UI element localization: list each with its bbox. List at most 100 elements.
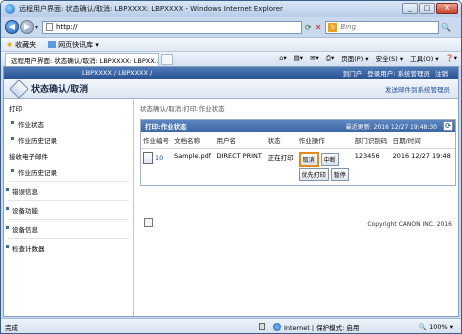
maximize-button[interactable]: □ xyxy=(419,3,435,14)
close-button[interactable]: X xyxy=(436,3,458,14)
datetime-cell: 2016 12/27 19:48 xyxy=(392,152,451,160)
sidebar-item-job-status[interactable]: 作业状态 xyxy=(4,116,133,132)
login-user-label: 登录用户: 系统管理员 xyxy=(367,70,430,78)
actions-cell: 取消 中断 优先打印 暂停 xyxy=(297,149,353,186)
web-slice-gallery-link[interactable]: 网页快讯库 ▾ xyxy=(58,40,99,50)
tab-label: 远程用户界面: 状态确认/取消: LBPXXXX: LBPXX... xyxy=(11,56,159,65)
search-input[interactable]: b Bing xyxy=(325,20,440,34)
minimize-button[interactable]: _ xyxy=(402,3,418,14)
zone-text: Internet | 保护模式: 启用 xyxy=(284,323,360,332)
security-zone[interactable]: Internet | 保护模式: 启用 xyxy=(273,322,359,332)
print-icon[interactable]: ⎙▾ xyxy=(326,54,334,63)
sidebar-item-check-counter[interactable]: 检查计数器 xyxy=(4,240,133,256)
sidebar-item-job-log[interactable]: 作业历史记录 xyxy=(4,132,133,148)
sidebar-divider xyxy=(8,238,129,239)
sidebar-group-print: 打印 xyxy=(9,105,22,113)
column-header: 文档名称 xyxy=(172,132,215,149)
search-placeholder: Bing xyxy=(340,23,357,31)
column-header: 用户名 xyxy=(214,132,266,149)
priority-print-button[interactable]: 优先打印 xyxy=(298,168,329,181)
scroll-top-icon[interactable] xyxy=(144,218,153,227)
page-content: LBPXXXX / LBPXXXX / 到门户 登录用户: 系统管理员 注销 状… xyxy=(3,66,459,317)
browser-window: 远程用户界面: 状态确认/取消: LBPXXXX: LBPXXXX - Wind… xyxy=(0,0,462,334)
cancel-button[interactable]: 取消 xyxy=(298,152,319,167)
feeds-icon[interactable]: ▤▾ xyxy=(294,54,303,62)
copyright: Copyright CANON INC. 2016 xyxy=(367,221,452,228)
address-text: http:// xyxy=(56,23,78,31)
window-controls: _ □ X xyxy=(402,3,458,14)
column-header: 日期/时间 xyxy=(390,132,455,149)
status-bar: 完成 Internet | 保护模式: 启用 🔍 100% ▾ xyxy=(1,318,461,333)
web-slice-icon xyxy=(48,41,57,48)
sidebar-divider xyxy=(8,181,129,182)
tools-menu[interactable]: 工具(O) ▾ xyxy=(410,53,439,63)
sidebar-divider xyxy=(8,219,129,220)
refresh-icon[interactable]: ⟳ xyxy=(305,23,312,32)
rui-top-strip: LBPXXXX / LBPXXXX / 到门户 登录用户: 系统管理员 注销 xyxy=(4,67,458,79)
sidebar-item-device-features[interactable]: 设备功能 xyxy=(4,202,133,218)
page-icon xyxy=(46,23,54,31)
title-bar: 远程用户界面: 状态确认/取消: LBPXXXX: LBPXXXX - Wind… xyxy=(1,1,461,17)
page-title: 状态确认/取消 xyxy=(31,85,89,95)
sidebar-item-email-job-log[interactable]: 作业历史记录 xyxy=(4,164,133,180)
tab-active[interactable]: 远程用户界面: 状态确认/取消: LBPXXXX: LBPXX... xyxy=(5,52,159,66)
status-monitor-icon xyxy=(9,78,29,99)
status-text: 完成 xyxy=(5,323,18,332)
portal-link[interactable]: 到门户 xyxy=(343,68,363,78)
sidebar-group-receive-email: 接收电子邮件 xyxy=(9,153,48,161)
pause-button[interactable]: 暂停 xyxy=(330,168,349,181)
logout-link[interactable]: 注销 xyxy=(435,68,448,78)
panel-header: 打印:作业状态 最近更新: 2016 12/27 19:48:30 ⟳ xyxy=(141,120,455,132)
panel-title: 打印:作业状态 xyxy=(145,123,187,131)
page-menu[interactable]: 页面(P) ▾ xyxy=(341,53,368,63)
sidebar-item-error-info[interactable]: 错误信息 xyxy=(4,183,133,199)
sidebar: 打印 作业状态 作业历史记录 接收电子邮件 作业历史记录 错误信息 设备功能 设… xyxy=(4,100,134,316)
forward-button[interactable]: ▶ xyxy=(20,20,34,34)
search-icon[interactable]: 🔍 xyxy=(441,23,451,32)
ie-logo-icon xyxy=(5,4,15,14)
job-number: 10 xyxy=(143,152,170,164)
refresh-icon[interactable]: ⟳ xyxy=(443,121,453,131)
window-title: 远程用户界面: 状态确认/取消: LBPXXXX: LBPXXXX - Wind… xyxy=(19,5,283,13)
sidebar-divider xyxy=(8,200,129,201)
job-number-link[interactable]: 10 xyxy=(155,154,163,162)
zoom-control[interactable]: 🔍 100% ▾ xyxy=(419,323,453,331)
model-name: LBPXXXX / LBPXXXX / xyxy=(82,69,153,77)
dept-id-cell: 123456 xyxy=(354,152,380,160)
doc-name-cell: Sample.pdf xyxy=(174,152,212,160)
address-bar[interactable]: http:// xyxy=(42,20,303,34)
user-cell: DIRECT PRINT xyxy=(216,152,262,160)
mail-admin-link[interactable]: 发送邮件到系统管理员 xyxy=(385,84,450,94)
breadcrumb: 状态确认/取消:打印:作业状态 xyxy=(140,105,225,113)
favorites-label[interactable]: 收藏夹 xyxy=(15,40,36,50)
favorites-bar: ★ 收藏夹 网页快讯库 ▾ xyxy=(1,37,461,51)
tab-row: 远程用户界面: 状态确认/取消: LBPXXXX: LBPXX... ⌂▾ ▤▾… xyxy=(1,51,461,66)
column-header: 状态 xyxy=(265,132,297,149)
back-button[interactable]: ◀ xyxy=(5,20,19,34)
mail-icon[interactable]: ✉▾ xyxy=(310,54,319,62)
interrupt-button[interactable]: 中断 xyxy=(320,153,339,166)
new-tab-button[interactable] xyxy=(161,53,173,65)
column-header: 作业操作 xyxy=(296,132,353,149)
help-menu[interactable]: ❓▾ xyxy=(446,54,457,62)
main-area: 状态确认/取消:打印:作业状态 打印:作业状态 最近更新: 2016 12/27… xyxy=(140,100,456,300)
history-dropdown-icon[interactable]: ▾ xyxy=(35,24,38,31)
job-status-panel: 打印:作业状态 最近更新: 2016 12/27 19:48:30 ⟳ 作业编号… xyxy=(140,119,456,186)
document-icon xyxy=(143,152,153,164)
globe-icon xyxy=(273,322,281,331)
job-table: 作业编号 文档名称 用户名 状态 作业操作 部门识别码 日期/时间 10 Sam… xyxy=(141,132,455,185)
sidebar-item-device-info[interactable]: 设备信息 xyxy=(4,221,133,237)
page-header: 状态确认/取消 发送邮件到系统管理员 xyxy=(4,78,458,99)
top-links: 到门户 登录用户: 系统管理员 注销 xyxy=(343,68,448,78)
favorites-star-icon[interactable]: ★ xyxy=(6,40,13,49)
table-header-row: 作业编号 文档名称 用户名 状态 作业操作 部门识别码 日期/时间 xyxy=(141,132,455,149)
last-updated: 最近更新: 2016 12/27 19:48:30 xyxy=(345,123,437,131)
safety-menu[interactable]: 安全(S) ▾ xyxy=(376,53,404,63)
navigation-bar: ◀ ▶ ▾ http:// ⟳ ✕ b Bing 🔍 xyxy=(1,17,461,37)
column-header: 作业编号 xyxy=(141,132,173,149)
stop-icon[interactable]: ✕ xyxy=(315,23,322,32)
home-icon[interactable]: ⌂▾ xyxy=(279,54,286,62)
lock-icon xyxy=(259,323,265,330)
command-bar: ⌂▾ ▤▾ ✉▾ ⎙▾ 页面(P) ▾ 安全(S) ▾ 工具(O) ▾ ❓▾ xyxy=(279,53,457,64)
status-cell: 正在打印 xyxy=(267,154,294,162)
